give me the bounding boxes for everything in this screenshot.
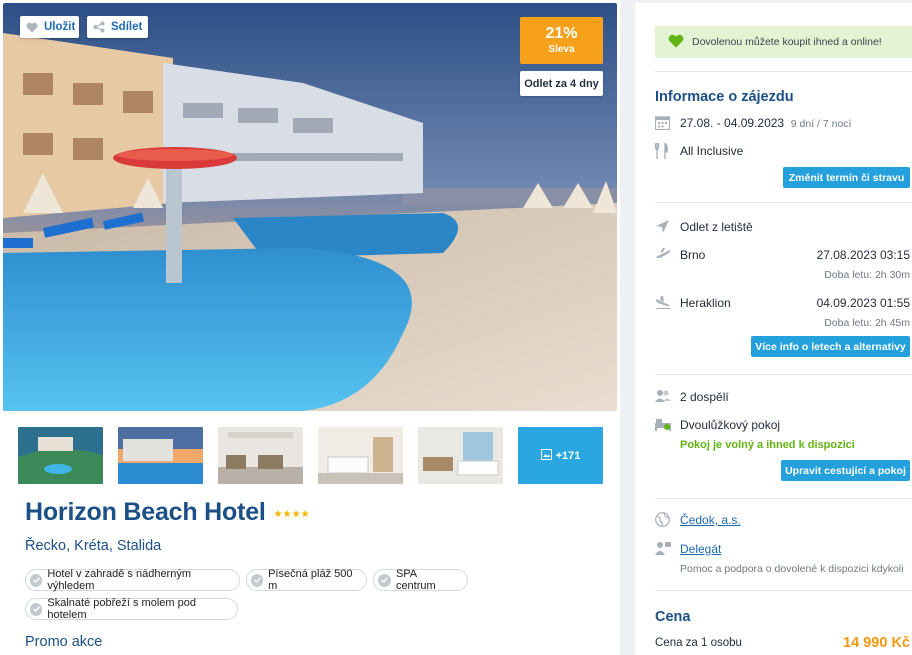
divider bbox=[655, 71, 912, 72]
price-per-person-value: 14 990 Kč bbox=[843, 635, 910, 651]
hotel-name: Horizon Beach Hotel bbox=[25, 498, 266, 526]
operator-row: Čedok, a.s. bbox=[655, 512, 912, 530]
heart-icon bbox=[668, 34, 684, 51]
photos-icon bbox=[540, 448, 552, 463]
globe-icon bbox=[655, 512, 671, 528]
divider bbox=[655, 202, 912, 203]
plane-takeoff-icon bbox=[655, 247, 671, 263]
hotel-location: Řecko, Kréta, Stalida bbox=[25, 538, 162, 554]
navigation-arrow-icon bbox=[655, 219, 671, 235]
delegate-note: Pomoc a podpora o dovolené k dispozici k… bbox=[680, 563, 904, 575]
flight-datetime: 27.08.2023 03:15 bbox=[816, 248, 910, 262]
hotel-detail-panel: Uložit Sdílet 21% Sleva Odlet za 4 dny +… bbox=[0, 0, 620, 655]
feature-tag: Hotel v zahradě s nádherným výhledem bbox=[25, 568, 240, 592]
check-icon bbox=[251, 573, 264, 587]
price-title: Cena bbox=[655, 609, 691, 625]
person-support-icon bbox=[655, 541, 671, 557]
divider bbox=[655, 374, 912, 375]
feature-tag-label: Písečná pláž 500 m bbox=[268, 568, 353, 592]
edit-travellers-button[interactable]: Upravit cestující a pokoj bbox=[781, 460, 910, 481]
flight-outbound-row: Brno 27.08.2023 03:15 Doba letu: 2h 30m bbox=[655, 247, 912, 285]
room-row: Dvoulůžkový pokoj Pokoj je volný a ihned… bbox=[655, 417, 912, 455]
online-purchase-notice: Dovolenou můžete koupit ihned a online! bbox=[655, 26, 912, 58]
board-row: All Inclusive bbox=[654, 141, 912, 161]
hero-image bbox=[3, 3, 617, 411]
feature-tag-label: Hotel v zahradě s nádherným výhledem bbox=[47, 568, 191, 592]
flight-city: Brno bbox=[680, 248, 706, 262]
save-button[interactable]: Uložit bbox=[20, 16, 79, 38]
feature-tag-label: Skalnaté pobřeží s molem pod hotelem bbox=[47, 597, 196, 621]
departure-airport-row: Odlet z letiště bbox=[655, 219, 912, 237]
flight-return-row: Heraklion 04.09.2023 01:55 Doba letu: 2h… bbox=[655, 295, 912, 333]
share-label: Sdílet bbox=[111, 21, 143, 33]
room-availability: Pokoj je volný a ihned k dispozici bbox=[680, 439, 855, 451]
plane-landing-icon bbox=[655, 295, 671, 311]
divider bbox=[655, 590, 912, 591]
check-icon bbox=[30, 573, 43, 587]
board-type: All Inclusive bbox=[680, 144, 744, 158]
trip-info-title: Informace o zájezdu bbox=[655, 89, 794, 105]
trip-dates: 27.08. - 04.09.2023 bbox=[680, 116, 785, 130]
gallery-thumb-3[interactable] bbox=[218, 427, 303, 484]
promo-heading: Promo akce bbox=[25, 634, 103, 650]
booking-sidebar: Dovolenou můžete koupit ihned a online! … bbox=[635, 3, 912, 655]
share-icon bbox=[93, 21, 105, 33]
flight-info-button[interactable]: Více info o letech a alternativy bbox=[751, 336, 910, 357]
trip-dates-row: 27.08. - 04.09.2023 9 dní / 7 nocí bbox=[654, 115, 912, 133]
feature-tag: Písečná pláž 500 m bbox=[246, 568, 367, 592]
hotel-stars-icon: ★★★★ bbox=[273, 509, 310, 520]
users-icon bbox=[655, 389, 671, 405]
departure-title: Odlet z letiště bbox=[680, 220, 753, 234]
departure-countdown-badge: Odlet za 4 dny bbox=[520, 71, 603, 96]
cutlery-icon bbox=[654, 141, 671, 159]
divider bbox=[655, 498, 912, 499]
save-label: Uložit bbox=[44, 21, 76, 33]
delegate-row: Delegát Pomoc a podpora o dovolené k dis… bbox=[655, 541, 912, 579]
travellers-row: 2 dospělí bbox=[655, 389, 912, 407]
flight-duration: Doba letu: 2h 30m bbox=[824, 269, 910, 281]
room-type: Dvoulůžkový pokoj bbox=[680, 418, 781, 432]
delegate-link[interactable]: Delegát bbox=[680, 542, 721, 556]
price-per-person-row: Cena za 1 osobu 14 990 Kč bbox=[655, 635, 912, 653]
trip-duration: 9 dní / 7 nocí bbox=[790, 118, 852, 130]
hotel-heading: Horizon Beach Hotel ★★★★ bbox=[25, 498, 310, 527]
discount-percent: 21% bbox=[545, 25, 578, 42]
flight-datetime: 04.09.2023 01:55 bbox=[816, 296, 910, 310]
bed-icon bbox=[655, 417, 671, 433]
flight-duration: Doba letu: 2h 45m bbox=[824, 317, 910, 329]
feature-tag: SPA centrum bbox=[373, 568, 468, 592]
operator-link[interactable]: Čedok, a.s. bbox=[680, 513, 741, 527]
feature-tag: Skalnaté pobřeží s molem pod hotelem bbox=[25, 597, 238, 621]
travellers-count: 2 dospělí bbox=[680, 390, 729, 404]
gallery-thumb-4[interactable] bbox=[318, 427, 403, 484]
gallery-thumb-5[interactable] bbox=[418, 427, 503, 484]
check-icon bbox=[378, 573, 391, 587]
discount-badge: 21% Sleva bbox=[520, 17, 603, 64]
gallery-more-button[interactable]: +171 bbox=[518, 427, 603, 484]
price-per-person-label: Cena za 1 osobu bbox=[655, 637, 742, 649]
discount-label: Sleva bbox=[548, 44, 575, 55]
online-notice-text: Dovolenou můžete koupit ihned a online! bbox=[692, 36, 882, 48]
share-button[interactable]: Sdílet bbox=[87, 16, 148, 38]
calendar-icon bbox=[654, 115, 671, 131]
gallery-thumb-2[interactable] bbox=[118, 427, 203, 484]
change-term-button[interactable]: Změnit termín či stravu bbox=[783, 167, 910, 188]
check-icon bbox=[30, 602, 43, 616]
feature-tag-label: SPA centrum bbox=[395, 568, 436, 592]
gallery-more-count: +171 bbox=[555, 449, 581, 462]
hero-photo[interactable] bbox=[3, 3, 617, 411]
heart-icon bbox=[26, 22, 38, 33]
gallery-thumb-1[interactable] bbox=[18, 427, 103, 484]
flight-city: Heraklion bbox=[680, 296, 731, 310]
